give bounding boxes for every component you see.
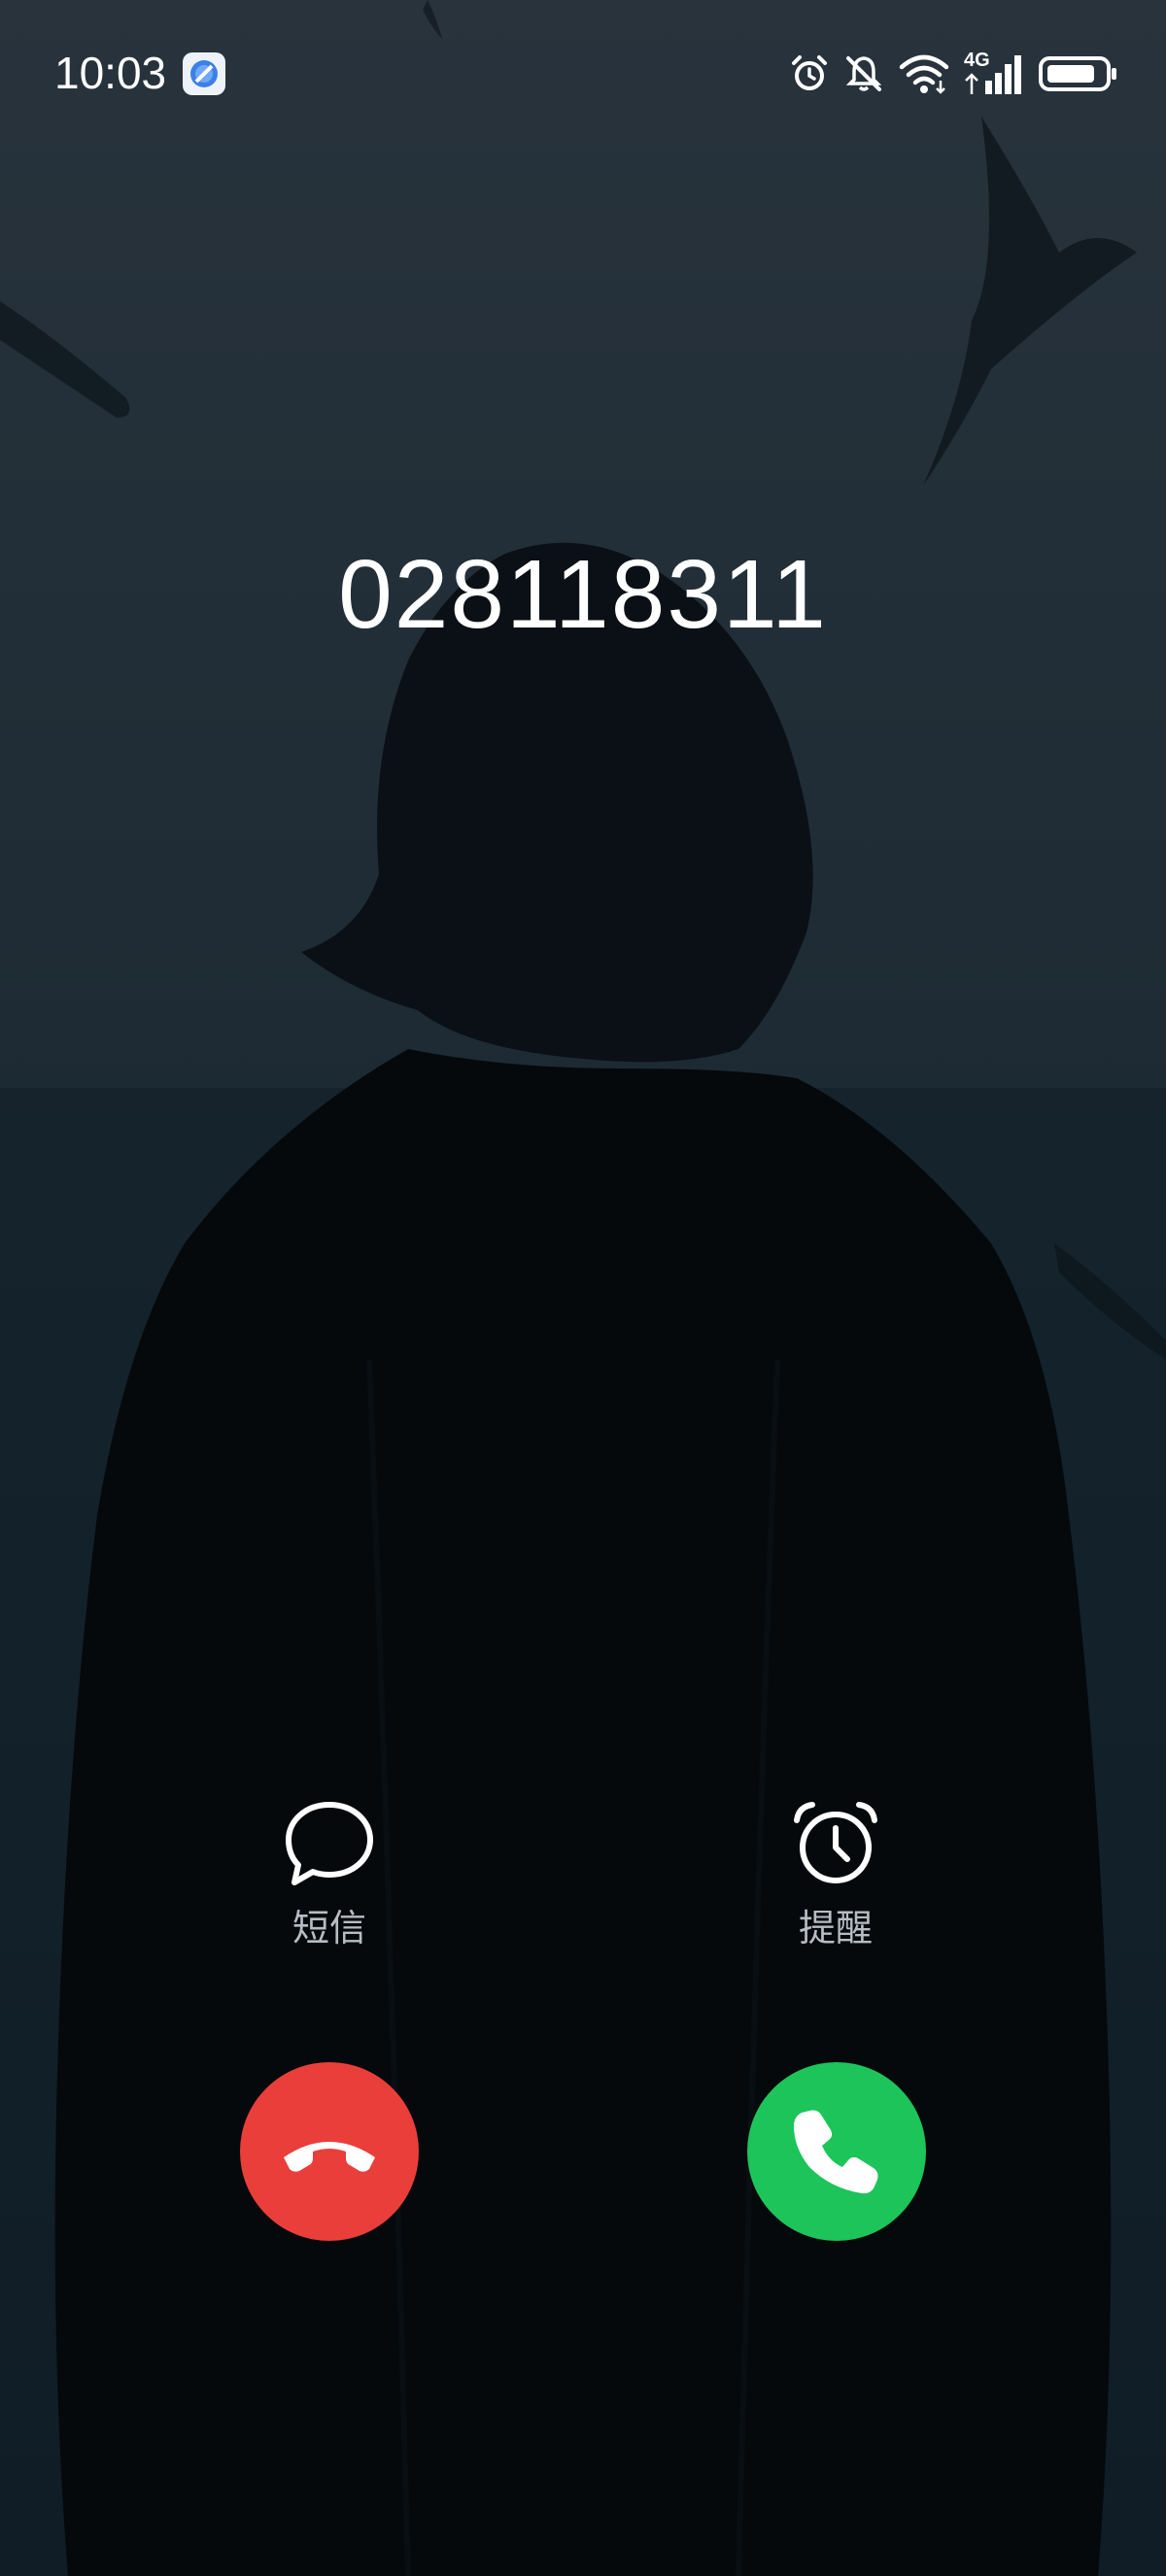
answer-call-button[interactable] <box>747 2062 926 2241</box>
incoming-call-screen: 10:03 4G 028118311 短信 提醒 <box>0 0 1166 2576</box>
phone-hangup-icon <box>284 2142 375 2172</box>
battery-icon <box>1039 56 1116 91</box>
status-time: 10:03 <box>54 48 167 98</box>
alarm-clock-icon <box>794 1802 877 1883</box>
speech-bubble-icon <box>286 1802 373 1885</box>
remind-me-button[interactable]: 提醒 <box>729 1799 943 1951</box>
decline-call-button[interactable] <box>240 2062 419 2241</box>
cellular-signal-icon: 4G <box>964 50 1024 96</box>
alarm-icon <box>792 55 827 90</box>
message-reply-button[interactable]: 短信 <box>223 1799 436 1951</box>
remind-me-label: 提醒 <box>798 1907 873 1949</box>
wifi-icon <box>899 54 949 94</box>
status-icons: 4G <box>789 50 1119 97</box>
caller-number: 028118311 <box>338 540 828 649</box>
phone-icon <box>794 2110 878 2194</box>
app-notification-icon <box>183 52 225 95</box>
message-reply-label: 短信 <box>292 1907 366 1949</box>
mute-bell-icon <box>845 56 882 91</box>
status-bar: 10:03 4G <box>0 0 1166 146</box>
wallpaper-image <box>0 0 1166 2576</box>
